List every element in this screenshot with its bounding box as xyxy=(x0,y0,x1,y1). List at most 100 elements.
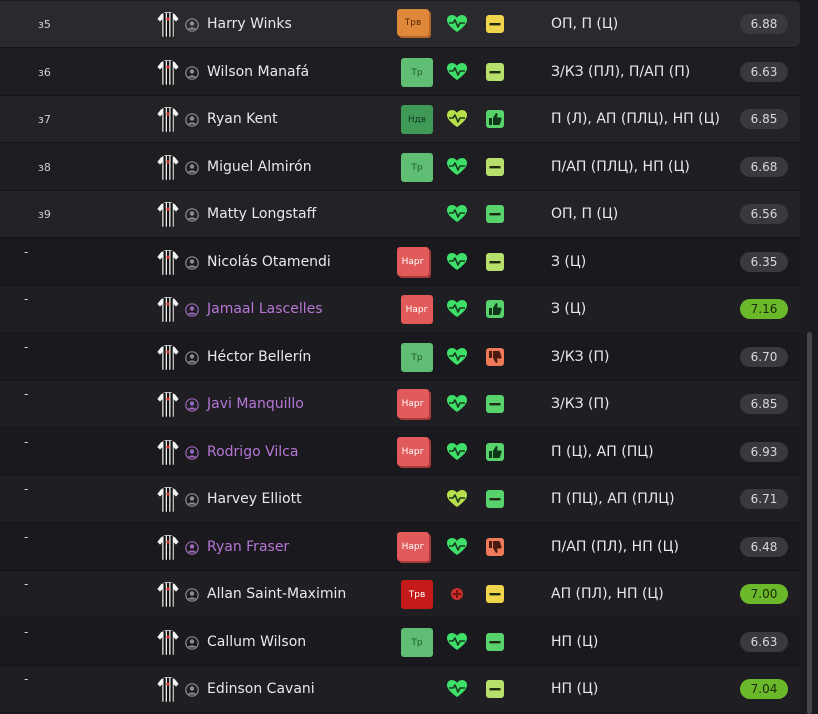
player-position: П/АП (ПЛЦ), НП (Ц) xyxy=(551,159,690,175)
status-badge[interactable]: Нарг xyxy=(401,295,433,324)
player-row[interactable]: - Nicolás Otamendi Нарг З (Ц) 6.35 xyxy=(0,239,800,286)
fitness-heart-icon xyxy=(446,488,468,510)
average-rating-badge: 6.63 xyxy=(740,62,788,82)
status-badge[interactable]: Ндв xyxy=(401,105,433,134)
player-position: НП (Ц) xyxy=(551,681,599,697)
status-badge[interactable]: Трв xyxy=(401,580,433,609)
player-profile-icon[interactable] xyxy=(185,587,199,602)
player-profile-icon[interactable] xyxy=(185,17,199,32)
thumb-down-icon xyxy=(486,538,504,556)
minus-icon xyxy=(486,680,504,698)
player-profile-icon[interactable] xyxy=(185,635,199,650)
squad-number: - xyxy=(24,482,29,496)
player-profile-icon[interactable] xyxy=(185,445,199,460)
player-profile-icon[interactable] xyxy=(185,160,199,175)
player-row[interactable]: - Rodrigo Vilca Нарг П (Ц), АП (ПЦ) 6.93 xyxy=(0,429,800,476)
player-profile-icon[interactable] xyxy=(185,540,199,555)
fitness-heart-icon xyxy=(446,13,468,35)
player-row[interactable]: з8 Miguel Almirón Тр П/АП (ПЛЦ), НП (Ц) 6.68 xyxy=(0,144,800,191)
status-badge[interactable]: Нарг xyxy=(397,389,429,418)
club-shirt-icon xyxy=(156,249,180,276)
fitness-heart-icon xyxy=(446,678,468,700)
status-badge[interactable]: Тр xyxy=(401,58,433,87)
player-row[interactable]: - Jamaal Lascelles Нарг З (Ц) 7.16 xyxy=(0,286,800,333)
player-name-link[interactable]: Javi Manquillo xyxy=(207,396,304,412)
player-row[interactable]: - Callum Wilson Тр НП (Ц) 6.63 xyxy=(0,619,800,666)
average-rating-badge: 6.88 xyxy=(740,14,788,34)
player-name-link[interactable]: Allan Saint-Maximin xyxy=(207,586,346,602)
player-profile-icon[interactable] xyxy=(185,397,199,412)
player-name-link[interactable]: Edinson Cavani xyxy=(207,681,315,697)
player-row[interactable]: - Allan Saint-Maximin Трв АП (ПЛ), НП (Ц) 7.… xyxy=(0,571,800,618)
status-badge[interactable]: Нарг xyxy=(397,247,429,276)
club-shirt-icon xyxy=(156,344,180,371)
player-row[interactable]: з7 Ryan Kent Ндв П (Л), АП (ПЛЦ), НП (Ц) 6.8… xyxy=(0,96,800,143)
squad-number: - xyxy=(24,245,29,259)
player-position: П (Л), АП (ПЛЦ), НП (Ц) xyxy=(551,111,720,127)
status-badge[interactable]: Тр xyxy=(401,628,433,657)
club-shirt-icon xyxy=(156,534,180,561)
average-rating-badge: 6.35 xyxy=(740,252,788,272)
squad-number: з5 xyxy=(38,17,51,31)
player-row[interactable]: з9 Matty Longstaff ОП, П (Ц) 6.56 xyxy=(0,191,800,238)
club-shirt-icon xyxy=(156,581,180,608)
minus-icon xyxy=(486,205,504,223)
scrollbar-thumb[interactable] xyxy=(807,332,812,714)
thumb-up-icon xyxy=(486,110,504,128)
player-position: З/КЗ (П) xyxy=(551,349,610,365)
thumb-up-icon xyxy=(486,443,504,461)
player-name-link[interactable]: Héctor Bellerín xyxy=(207,349,311,365)
status-badge[interactable]: Трв xyxy=(397,9,429,36)
player-name-link[interactable]: Ryan Fraser xyxy=(207,539,289,555)
player-name-link[interactable]: Rodrigo Vilca xyxy=(207,444,298,460)
player-profile-icon[interactable] xyxy=(185,255,199,270)
player-position: АП (ПЛ), НП (Ц) xyxy=(551,586,664,602)
player-name-link[interactable]: Miguel Almirón xyxy=(207,159,312,175)
player-name-link[interactable]: Callum Wilson xyxy=(207,634,306,650)
status-badge[interactable]: Нарг xyxy=(397,437,429,466)
player-profile-icon[interactable] xyxy=(185,112,199,127)
minus-icon xyxy=(486,395,504,413)
average-rating-badge: 6.71 xyxy=(740,489,788,509)
player-profile-icon[interactable] xyxy=(185,350,199,365)
fitness-heart-icon xyxy=(446,251,468,273)
fitness-heart-icon xyxy=(446,203,468,225)
player-position: З (Ц) xyxy=(551,301,587,317)
status-badge[interactable]: Тр xyxy=(401,343,433,372)
player-position: П (Ц), АП (ПЦ) xyxy=(551,444,654,460)
player-profile-icon[interactable] xyxy=(185,492,199,507)
average-rating-badge: 7.04 xyxy=(740,679,788,699)
squad-number: - xyxy=(24,672,29,686)
player-name-link[interactable]: Ryan Kent xyxy=(207,111,278,127)
club-shirt-icon xyxy=(156,201,180,228)
player-name-link[interactable]: Harvey Elliott xyxy=(207,491,302,507)
injury-icon xyxy=(446,583,468,605)
player-position: НП (Ц) xyxy=(551,634,599,650)
player-row[interactable]: з5 Harry Winks Трв ОП, П (Ц) 6.88 xyxy=(0,1,800,48)
player-row[interactable]: - Harvey Elliott П (ПЦ), АП (ПЛЦ) 6.71 xyxy=(0,476,800,523)
status-badge[interactable]: Нарг xyxy=(397,532,429,561)
club-shirt-icon xyxy=(156,59,180,86)
average-rating-badge: 6.70 xyxy=(740,347,788,367)
player-profile-icon[interactable] xyxy=(185,207,199,222)
player-row[interactable]: - Javi Manquillo Нарг З/КЗ (П) 6.85 xyxy=(0,381,800,428)
player-name-link[interactable]: Wilson Manafá xyxy=(207,64,309,80)
average-rating-badge: 7.00 xyxy=(740,584,788,604)
player-name-link[interactable]: Harry Winks xyxy=(207,16,292,32)
player-name-link[interactable]: Nicolás Otamendi xyxy=(207,254,331,270)
player-name-link[interactable]: Jamaal Lascelles xyxy=(207,301,323,317)
average-rating-badge: 7.16 xyxy=(740,299,788,319)
average-rating-badge: 6.85 xyxy=(740,394,788,414)
player-row[interactable]: - Héctor Bellerín Тр З/КЗ (П) 6.70 xyxy=(0,334,800,381)
player-row[interactable]: - Ryan Fraser Нарг П/АП (ПЛ), НП (Ц) 6.48 xyxy=(0,524,800,571)
player-name-link[interactable]: Matty Longstaff xyxy=(207,206,316,222)
player-profile-icon[interactable] xyxy=(185,302,199,317)
player-profile-icon[interactable] xyxy=(185,65,199,80)
average-rating-badge: 6.56 xyxy=(740,204,788,224)
player-position: З (Ц) xyxy=(551,254,587,270)
player-profile-icon[interactable] xyxy=(185,682,199,697)
player-row[interactable]: з6 Wilson Manafá Тр З/КЗ (ПЛ), П/АП (П) 6.63 xyxy=(0,49,800,96)
status-badge[interactable]: Тр xyxy=(401,153,433,182)
player-row[interactable]: - Edinson Cavani НП (Ц) 7.04 xyxy=(0,666,800,713)
player-position: ОП, П (Ц) xyxy=(551,206,619,222)
